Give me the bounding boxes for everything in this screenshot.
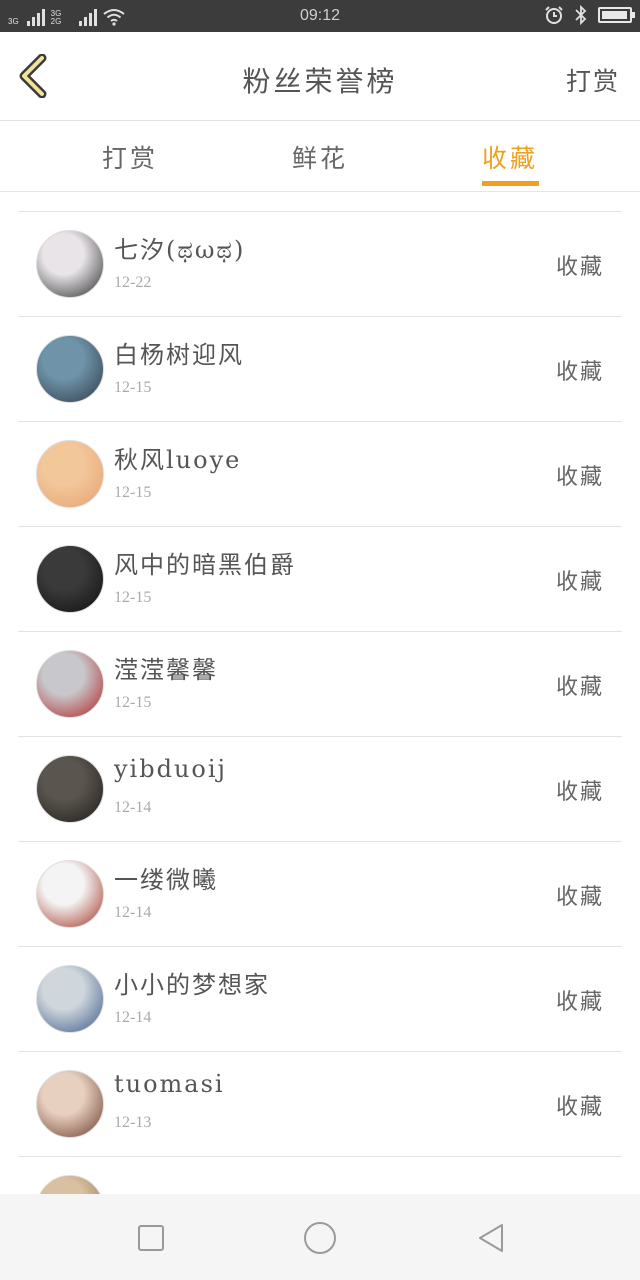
favorite-label: 收藏 — [555, 675, 604, 700]
avatar[interactable] — [36, 860, 104, 928]
favorite-date: 12-15 — [114, 589, 152, 606]
user-name: 七汐(ಥωಥ) — [114, 236, 246, 264]
favorite-label: 收藏 — [555, 990, 604, 1015]
favorite-label: 收藏 — [555, 885, 604, 910]
avatar[interactable] — [36, 650, 104, 718]
favorite-date: 12-22 — [114, 274, 152, 291]
user-name: 小小的梦想家 — [114, 971, 270, 999]
avatar[interactable] — [36, 335, 104, 403]
favorite-label: 收藏 — [555, 360, 604, 385]
triangle-back-icon — [479, 1224, 503, 1252]
page-title: 粉丝荣誉榜 — [242, 65, 398, 98]
list-item[interactable] — [18, 1156, 622, 1194]
user-name: 白杨树迎风 — [114, 341, 244, 369]
tab-favorites[interactable]: 收藏 — [450, 139, 570, 175]
favorite-label: 收藏 — [555, 570, 604, 595]
favorite-date: 12-14 — [114, 904, 152, 921]
list-item[interactable]: 秋风luoye 12-15 收藏 — [18, 421, 622, 526]
avatar[interactable] — [36, 1175, 104, 1194]
favorite-date: 12-15 — [114, 694, 152, 711]
list-item[interactable]: yibduoij 12-14 收藏 — [18, 736, 622, 841]
favorite-date: 12-13 — [114, 1114, 152, 1131]
bluetooth-icon — [575, 5, 587, 25]
tab-flowers[interactable]: 鲜花 — [260, 139, 380, 175]
favorite-label: 收藏 — [555, 780, 604, 805]
favorite-label: 收藏 — [555, 465, 604, 490]
favorite-date: 12-14 — [114, 1009, 152, 1026]
favorite-date: 12-15 — [114, 484, 152, 501]
user-name: 秋风luoye — [114, 446, 242, 474]
avatar[interactable] — [36, 755, 104, 823]
active-tab-indicator — [482, 181, 539, 186]
list-item[interactable]: 一缕微曦 12-14 收藏 — [18, 841, 622, 946]
battery-icon — [598, 7, 635, 23]
circle-icon — [304, 1222, 336, 1254]
list-item[interactable]: 风中的暗黑伯爵 12-15 收藏 — [18, 526, 622, 631]
status-right — [544, 5, 635, 25]
alarm-icon — [545, 6, 563, 24]
favorite-date: 12-15 — [114, 379, 152, 396]
favorite-date: 12-14 — [114, 799, 152, 816]
favorite-label: 收藏 — [555, 1095, 604, 1120]
recents-button[interactable] — [131, 1218, 171, 1258]
avatar[interactable] — [36, 1070, 104, 1138]
avatar[interactable] — [36, 230, 104, 298]
avatar[interactable] — [36, 965, 104, 1033]
avatar[interactable] — [36, 545, 104, 613]
favorite-label: 收藏 — [555, 255, 604, 280]
list-item[interactable]: 小小的梦想家 12-14 收藏 — [18, 946, 622, 1051]
tab-reward[interactable]: 打赏 — [70, 139, 190, 175]
avatar[interactable] — [36, 440, 104, 508]
fan-list[interactable]: 七汐(ಥωಥ) 12-22 收藏 白杨树迎风 12-15 收藏 秋风luoye 12-15 收藏… — [18, 192, 622, 1194]
home-button[interactable] — [300, 1218, 340, 1258]
status-bar: 3G 3G 2G 09:12 — [0, 0, 640, 32]
list-top-spacer — [18, 192, 622, 211]
square-icon — [138, 1225, 164, 1251]
user-name: tuomasi — [114, 1070, 225, 1098]
list-item[interactable]: tuomasi 12-13 收藏 — [18, 1051, 622, 1156]
reward-button[interactable]: 打赏 — [566, 62, 620, 98]
user-name: yibduoij — [114, 755, 227, 783]
list-item[interactable]: 滢滢馨馨 12-15 收藏 — [18, 631, 622, 736]
user-name: 滢滢馨馨 — [114, 656, 218, 684]
list-item[interactable]: 七汐(ಥωಥ) 12-22 收藏 — [18, 211, 622, 316]
back-nav-button[interactable] — [472, 1218, 512, 1258]
tab-bar: 打赏 鲜花 收藏 — [0, 121, 640, 192]
user-name: 一缕微曦 — [114, 866, 218, 894]
top-app-bar: 粉丝荣誉榜 打赏 — [0, 32, 640, 121]
battery-level — [602, 11, 627, 19]
list-item[interactable]: 白杨树迎风 12-15 收藏 — [18, 316, 622, 421]
user-name: 风中的暗黑伯爵 — [114, 551, 296, 579]
system-nav-bar — [0, 1194, 640, 1280]
